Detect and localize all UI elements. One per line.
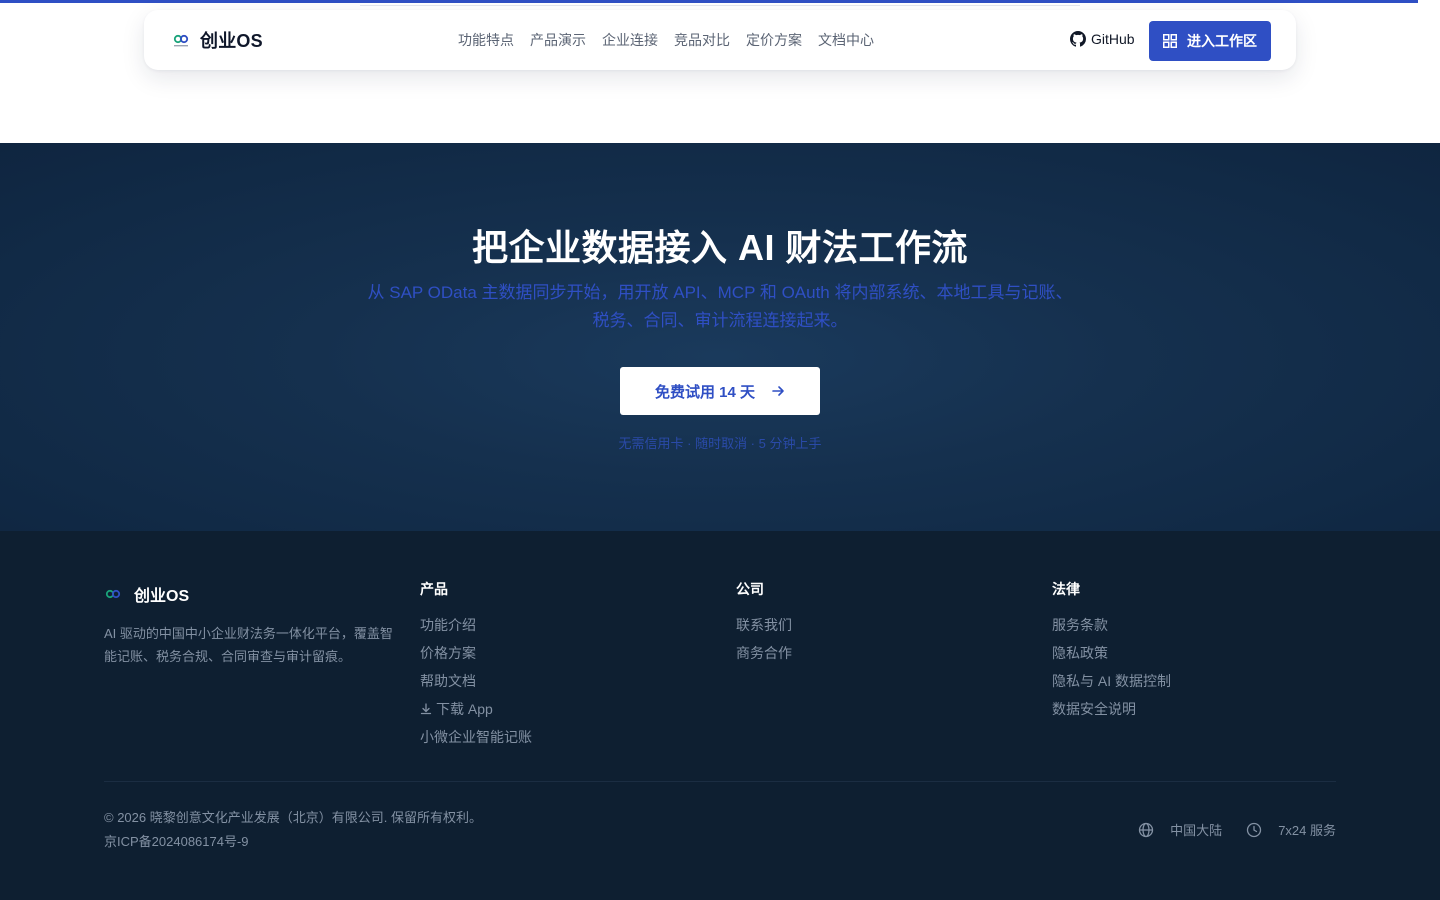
download-app-label: 下载 App [436, 701, 493, 717]
github-label: GitHub [1091, 31, 1135, 47]
footer-divider [104, 781, 1336, 782]
footer-link-business[interactable]: 商务合作 [736, 639, 792, 667]
free-trial-label: 免费试用 14 天 [654, 383, 756, 401]
service-indicator: 7x24 服务 [1246, 820, 1336, 839]
footer-link-privacy[interactable]: 隐私政策 [1052, 639, 1171, 667]
nav-link-docs[interactable]: 文档中心 [818, 30, 874, 50]
footer-link-bookkeeping[interactable]: 小微企业智能记账 [420, 723, 532, 751]
nav-link-features[interactable]: 功能特点 [458, 30, 514, 50]
free-trial-button[interactable]: 免费试用 14 天 [620, 367, 820, 415]
footer-column-title: 产品 [420, 581, 448, 597]
service-label: 7x24 服务 [1278, 823, 1336, 838]
globe-icon [1139, 822, 1154, 837]
arrow-right-icon [772, 386, 784, 396]
footer-column-company: 公司 联系我们 商务合作 [736, 581, 792, 667]
logo-icon [105, 589, 121, 599]
hero-note: 无需信用卡 · 随时取消 · 5 分钟上手 [618, 436, 822, 451]
footer-link-download-app[interactable]: 下载 App [420, 695, 532, 723]
grid-icon [1163, 34, 1177, 48]
logo-icon [173, 34, 189, 47]
github-link[interactable]: GitHub [1070, 31, 1135, 47]
footer-brand-name: 创业OS [134, 588, 190, 605]
footer-link-security[interactable]: 数据安全说明 [1052, 695, 1171, 723]
navbar: 创业OS 功能特点 产品演示 企业连接 竞品对比 定价方案 文档中心 GitHu… [144, 10, 1296, 70]
footer-link-features[interactable]: 功能介绍 [420, 611, 532, 639]
footer-brand[interactable]: 创业OS [104, 582, 189, 606]
main-nav: 功能特点 产品演示 企业连接 竞品对比 定价方案 文档中心 [458, 30, 874, 50]
footer-column-product: 产品 功能介绍 价格方案 帮助文档 下载 App 小微企业智能记账 [420, 581, 532, 751]
footer-description: AI 驱动的中国中小企业财法务一体化平台，覆盖智能记账、税务合规、合同审查与审计… [104, 626, 393, 664]
footer-link-terms[interactable]: 服务条款 [1052, 611, 1171, 639]
brand-name: 创业OS [200, 31, 263, 51]
footer-link-pricing[interactable]: 价格方案 [420, 639, 532, 667]
nav-link-pricing[interactable]: 定价方案 [746, 30, 802, 50]
footer-link-contact[interactable]: 联系我们 [736, 611, 792, 639]
download-icon [420, 703, 432, 715]
nav-link-compare[interactable]: 竞品对比 [674, 30, 730, 50]
hero-subtitle: 从 SAP OData 主数据同步开始，用开放 API、MCP 和 OAuth … [367, 283, 1073, 330]
brand[interactable]: 创业OS [172, 28, 263, 52]
footer-column-legal: 法律 服务条款 隐私政策 隐私与 AI 数据控制 数据安全说明 [1052, 581, 1171, 723]
github-icon [1070, 31, 1086, 47]
footer-column-title: 法律 [1052, 581, 1080, 597]
enter-workspace-button[interactable]: 进入工作区 [1149, 21, 1271, 61]
enter-workspace-label: 进入工作区 [1187, 33, 1257, 49]
clock-icon [1247, 822, 1262, 837]
top-divider [360, 5, 1080, 6]
nav-link-demo[interactable]: 产品演示 [530, 30, 586, 50]
cta-section: 把企业数据接入 AI 财法工作流 从 SAP OData 主数据同步开始，用开放… [0, 143, 1440, 531]
region-indicator: 中国大陆 [1138, 820, 1222, 839]
region-label: 中国大陆 [1170, 823, 1223, 838]
icp-link[interactable]: 京ICP备2024086174号-9 [104, 830, 482, 854]
footer-legal-text: © 2026 晓黎创意文化产业发展（北京）有限公司. 保留所有权利。 京ICP备… [104, 806, 482, 854]
footer-link-ai-data[interactable]: 隐私与 AI 数据控制 [1052, 667, 1171, 695]
footer-link-help[interactable]: 帮助文档 [420, 667, 532, 695]
footer-column-title: 公司 [736, 581, 764, 597]
nav-link-enterprise[interactable]: 企业连接 [602, 30, 658, 50]
hero-title: 把企业数据接入 AI 财法工作流 [471, 227, 968, 268]
copyright-text: © 2026 晓黎创意文化产业发展（北京）有限公司. 保留所有权利。 [104, 810, 482, 825]
footer: 创业OS AI 驱动的中国中小企业财法务一体化平台，覆盖智能记账、税务合规、合同… [0, 531, 1440, 900]
top-accent-bar [0, 0, 1418, 3]
footer-meta: 中国大陆 7x24 服务 [1138, 820, 1336, 839]
